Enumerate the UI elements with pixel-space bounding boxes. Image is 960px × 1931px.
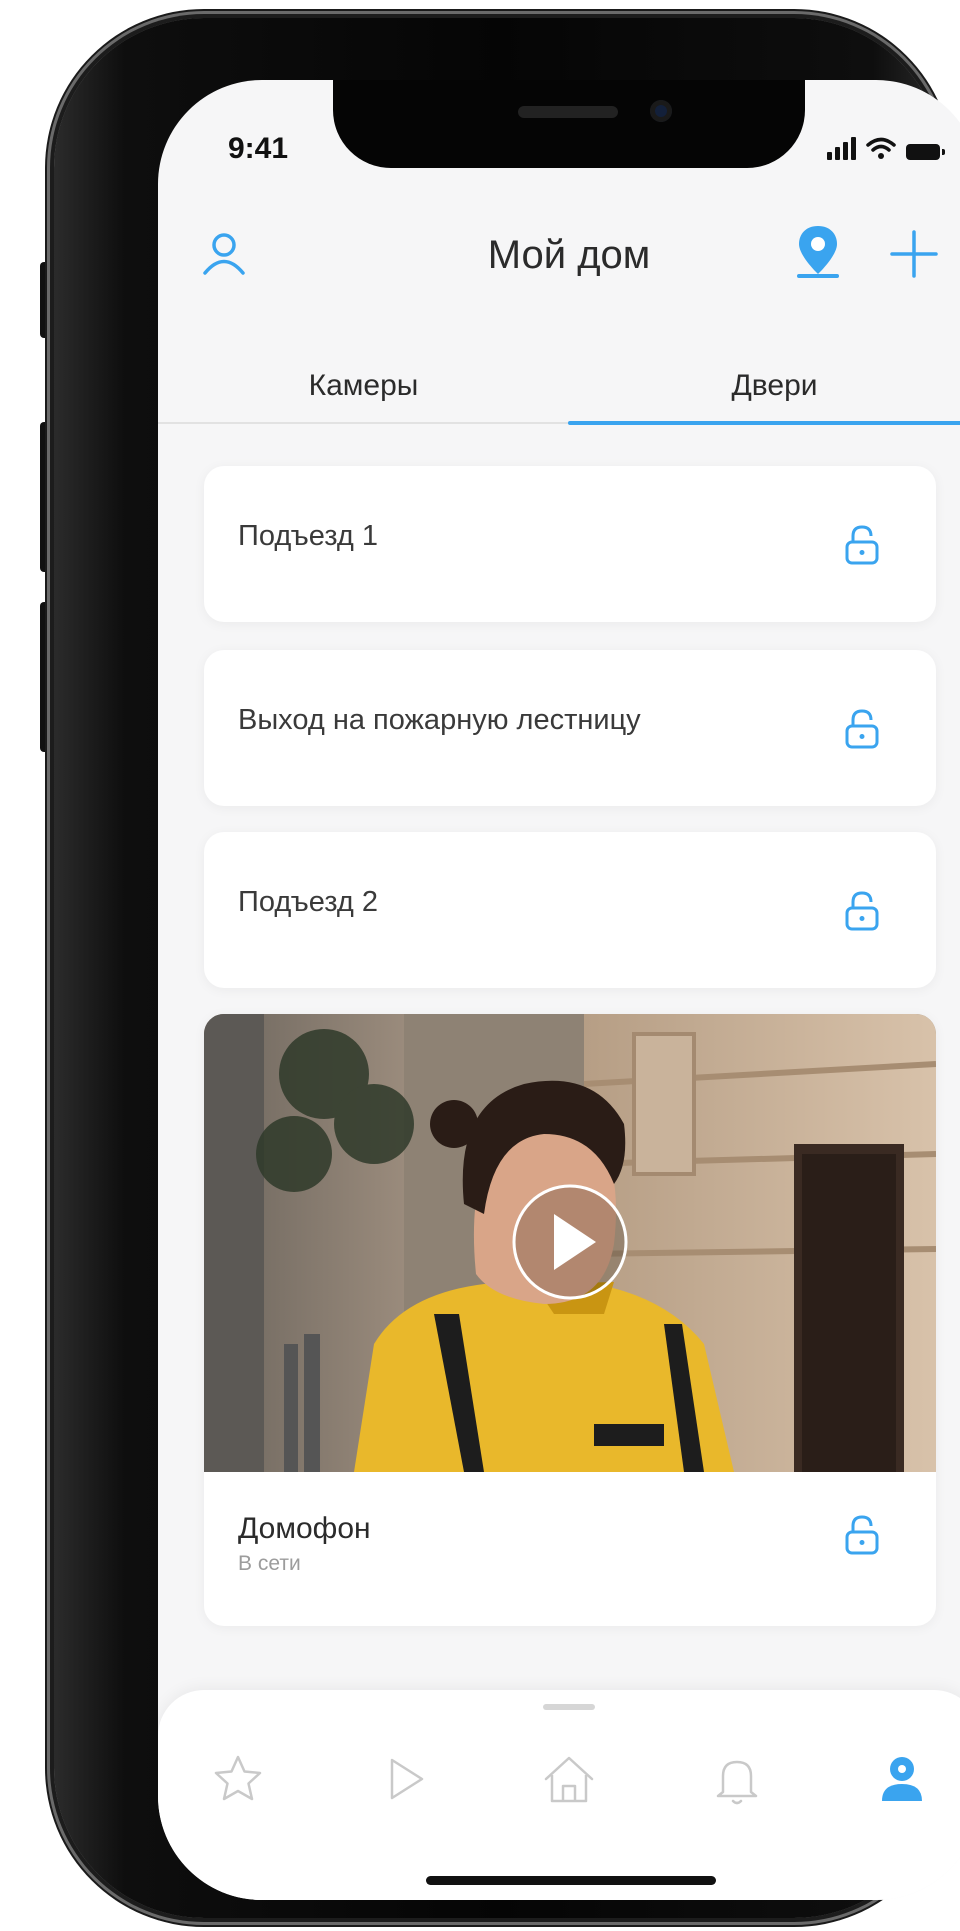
door-name: Выход на пожарную лестницу	[238, 704, 641, 736]
home-indicator[interactable]	[426, 1876, 716, 1885]
bottom-tab-bar	[158, 1690, 960, 1900]
tab-doors[interactable]: Двери	[569, 350, 960, 422]
door-card[interactable]: Подъезд 1	[204, 466, 936, 622]
battery-icon	[906, 144, 945, 160]
star-icon[interactable]	[212, 1754, 264, 1804]
intercom-status: В сети	[238, 1552, 301, 1575]
segment-tabs: Камеры Двери	[158, 350, 960, 425]
door-card[interactable]: Выход на пожарную лестницу	[204, 650, 936, 806]
volume-down-button	[40, 602, 54, 752]
door-card[interactable]: Подъезд 2	[204, 832, 936, 988]
play-icon[interactable]	[384, 1754, 428, 1804]
location-pin-icon[interactable]	[796, 224, 840, 280]
intercom-card[interactable]: Домофон В сети	[204, 1014, 936, 1626]
volume-up-button	[40, 422, 54, 572]
wifi-icon	[866, 137, 896, 159]
phone-frame: 9:41 Мой дом Камеры Двери Подъезд 1 Выхо…	[54, 18, 960, 1918]
app-screen: 9:41 Мой дом Камеры Двери Подъезд 1 Выхо…	[158, 80, 960, 1900]
user-icon[interactable]	[878, 1754, 926, 1804]
earpiece-speaker	[518, 106, 618, 118]
lock-icon[interactable]	[844, 1514, 880, 1556]
signal-icon	[827, 136, 856, 160]
door-name: Подъезд 1	[238, 520, 379, 552]
bell-icon[interactable]	[714, 1754, 760, 1806]
active-tab-indicator	[568, 421, 960, 425]
status-icons	[827, 136, 945, 160]
door-name: Подъезд 2	[238, 886, 379, 918]
mute-switch	[40, 262, 54, 338]
lock-icon[interactable]	[844, 708, 880, 750]
add-icon[interactable]	[888, 228, 940, 280]
play-icon[interactable]	[512, 1184, 628, 1300]
lock-icon[interactable]	[844, 890, 880, 932]
sheet-handle[interactable]	[543, 1704, 595, 1710]
tab-cameras[interactable]: Камеры	[158, 350, 569, 422]
lock-icon[interactable]	[844, 524, 880, 566]
front-camera	[650, 100, 672, 122]
notch	[333, 80, 805, 168]
status-time: 9:41	[228, 132, 289, 165]
intercom-video-thumbnail[interactable]	[204, 1014, 936, 1472]
intercom-name: Домофон	[238, 1512, 371, 1545]
home-icon[interactable]	[542, 1754, 596, 1806]
